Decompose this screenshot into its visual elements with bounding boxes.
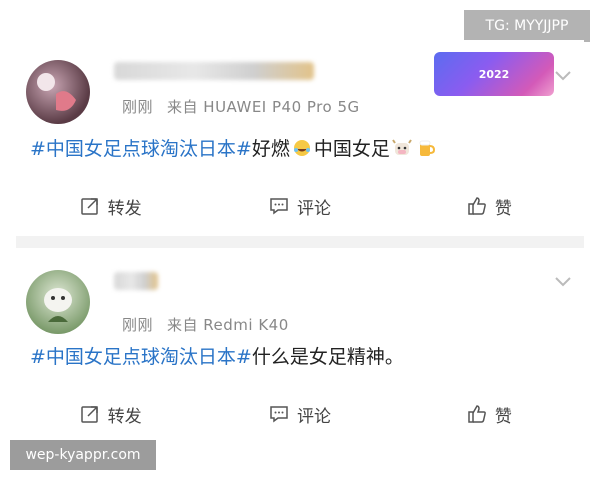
chevron-down-icon[interactable] — [552, 64, 574, 86]
post-text: 什么是女足精神。 — [251, 346, 404, 368]
username-redacted[interactable] — [114, 272, 158, 290]
laugh-cry-emoji-icon — [293, 140, 310, 156]
hashtag-link[interactable]: #中国女足点球淘汰日本# — [30, 346, 252, 368]
comment-button[interactable]: 评论 — [205, 186, 394, 226]
post-time: 刚刚 — [122, 316, 154, 334]
avatar-image — [37, 73, 76, 111]
repost-button[interactable]: 转发 — [16, 186, 205, 226]
hashtag-link[interactable]: #中国女足点球淘汰日本# — [30, 138, 252, 160]
chevron-down-icon[interactable] — [552, 270, 574, 292]
watermark-bottom-text: wep-kyappr.com — [25, 447, 141, 463]
comment-icon — [270, 198, 288, 215]
watermark-bottom: wep-kyappr.com — [10, 440, 156, 470]
post-divider — [16, 236, 584, 248]
share-icon — [80, 198, 98, 215]
post-source: 来自 Redmi K40 — [167, 316, 289, 334]
thumbs-up-icon — [468, 197, 486, 215]
repost-label: 转发 — [107, 406, 142, 427]
post-meta: 刚刚 来自 HUAWEI P40 Pro 5G — [122, 96, 360, 117]
like-label: 赞 — [494, 198, 512, 219]
comment-button[interactable]: 评论 — [205, 394, 394, 434]
avatar-image — [44, 288, 72, 322]
post-actions: 转发 评论 赞 — [16, 186, 584, 226]
watermark-top-text: TG: MYYJJPP — [485, 18, 569, 34]
cow-emoji-icon — [392, 139, 412, 155]
share-icon — [80, 406, 98, 423]
watermark-top: TG: MYYJJPP — [464, 10, 590, 42]
post-content: #中国女足点球淘汰日本#好燃 中国女足 — [30, 134, 438, 161]
post-actions: 转发 评论 赞 — [16, 394, 584, 434]
like-button[interactable]: 赞 — [395, 186, 584, 226]
post-source: 来自 HUAWEI P40 Pro 5G — [167, 98, 360, 116]
avatar[interactable] — [26, 270, 90, 334]
weibo-post: 刚刚 来自 Redmi K40 #中国女足点球淘汰日本#什么是女足精神。 转发 评… — [16, 248, 584, 444]
like-button[interactable]: 赞 — [395, 394, 584, 434]
avatar[interactable] — [26, 60, 90, 124]
weibo-post: 刚刚 来自 HUAWEI P40 Pro 5G 2022 #中国女足点球淘汰日本#… — [16, 40, 584, 236]
post-text: 好燃 — [251, 138, 290, 160]
event-badge-year: 2022 — [478, 67, 510, 81]
event-badge[interactable]: 2022 — [434, 52, 554, 96]
repost-button[interactable]: 转发 — [16, 394, 205, 434]
comment-label: 评论 — [296, 198, 331, 219]
comment-label: 评论 — [296, 406, 331, 427]
like-label: 赞 — [494, 406, 512, 427]
post-content: #中国女足点球淘汰日本#什么是女足精神。 — [30, 342, 404, 369]
username-redacted[interactable] — [114, 62, 314, 80]
post-meta: 刚刚 来自 Redmi K40 — [122, 314, 289, 335]
repost-label: 转发 — [107, 198, 142, 219]
post-text-2: 中国女足 — [313, 138, 390, 160]
post-time: 刚刚 — [122, 98, 154, 116]
comment-icon — [270, 406, 288, 423]
thumbs-up-icon — [468, 405, 486, 423]
beer-emoji-icon — [419, 140, 435, 156]
